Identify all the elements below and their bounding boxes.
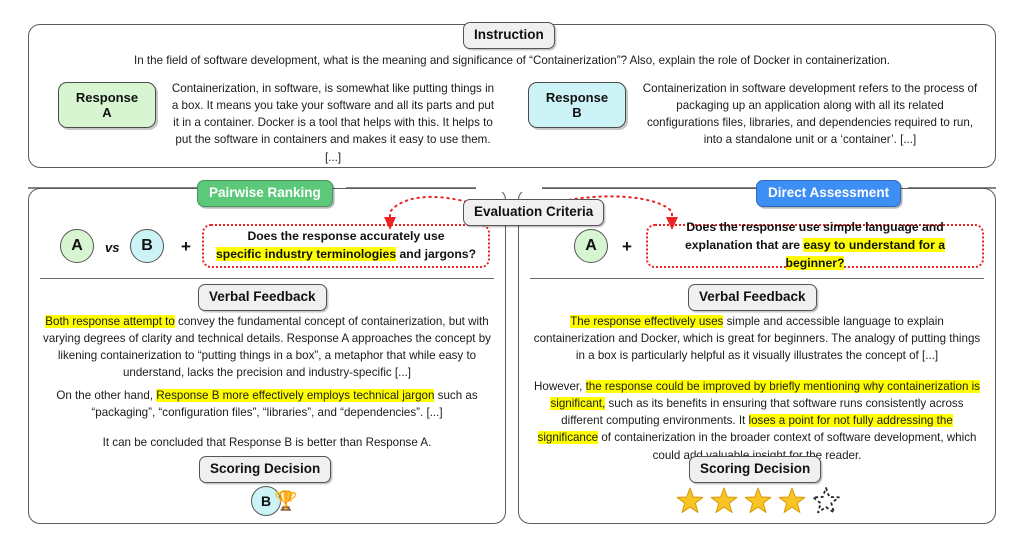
response-b-text: Containerization in software development… xyxy=(642,82,978,147)
evaluation-criteria-label-wrap: Evaluation Criteria xyxy=(463,199,605,226)
pairwise-criteria-line2-rest: and jargons? xyxy=(396,247,477,261)
pairwise-feedback-p2-pre: On the other hand, xyxy=(56,389,157,402)
response-b-chip-line1: Response xyxy=(545,89,609,105)
star-rating xyxy=(675,486,841,516)
pairwise-feedback-p2: On the other hand, Response B more effec… xyxy=(40,387,494,421)
pairwise-input-circle-b: B xyxy=(130,229,164,263)
pairwise-feedback-p2-hl: Response B more effectively employs tech… xyxy=(156,389,435,402)
pairwise-winner-label: B xyxy=(260,493,272,509)
direct-plus-sign: + xyxy=(622,237,632,256)
direct-criteria-line1: Does the response use simple language an… xyxy=(686,220,944,235)
direct-scoring-label-wrap: Scoring Decision xyxy=(689,456,822,483)
circle-b-label: B xyxy=(141,237,153,254)
direct-scoring-decision-label: Scoring Decision xyxy=(689,456,822,483)
response-a-chip-line2: A xyxy=(102,105,112,120)
direct-criteria-box: Does the response use simple language an… xyxy=(646,220,984,270)
pairwise-plus-sign: + xyxy=(181,237,191,256)
pairwise-feedback-p1-hl: Both response attempt to xyxy=(45,315,175,328)
figure-root: Instruction In the field of software dev… xyxy=(0,0,1024,537)
response-b-chip-line2: B xyxy=(572,105,582,120)
pairwise-feedback-label-wrap: Verbal Feedback xyxy=(198,284,327,311)
response-a-text: Containerization, in software, is somewh… xyxy=(171,82,495,164)
instruction-text: In the field of software development, wh… xyxy=(134,54,890,67)
tag-direct-assessment: Direct Assessment xyxy=(756,180,902,207)
direct-input-circle-a: A xyxy=(574,229,608,263)
direct-feedback-p1-hl: The response effectively uses xyxy=(570,315,724,328)
trophy-icon: 🏆 xyxy=(274,491,298,512)
pairwise-criteria-line1: Does the response accurately use xyxy=(247,229,445,244)
direct-feedback-p2-pre: However, xyxy=(534,380,586,393)
pairwise-criteria-hl: specific industry terminologies xyxy=(215,247,397,261)
evaluation-criteria-label: Evaluation Criteria xyxy=(463,199,605,226)
pairwise-scoring-label-wrap: Scoring Decision xyxy=(199,456,332,483)
direct-circle-a-label: A xyxy=(585,237,597,254)
pairwise-input-circle-a: A xyxy=(60,229,94,263)
direct-criteria-line2-pre: explanation that are xyxy=(684,238,804,253)
circle-a-label: A xyxy=(71,237,83,254)
pairwise-verbal-feedback-label: Verbal Feedback xyxy=(198,284,327,311)
star-filled-icon xyxy=(744,487,772,513)
pairwise-scoring-decision-label: Scoring Decision xyxy=(199,456,332,483)
instruction-label: Instruction xyxy=(463,22,555,49)
direct-feedback-label-wrap: Verbal Feedback xyxy=(688,284,817,311)
star-filled-icon xyxy=(676,487,704,513)
vs-label: vs xyxy=(105,240,120,255)
response-a-chip-line1: Response xyxy=(75,89,139,105)
instruction-label-wrap: Instruction xyxy=(463,22,555,49)
star-filled-icon xyxy=(710,487,738,513)
pairwise-feedback-p1: Both response attempt to convey the fund… xyxy=(40,313,494,382)
response-b-chip: Response B xyxy=(528,82,626,128)
pairwise-feedback-p3: It can be concluded that Response B is b… xyxy=(102,436,432,449)
pairwise-divider xyxy=(40,278,494,280)
tag-pairwise-ranking: Pairwise Ranking xyxy=(197,180,333,207)
direct-verbal-feedback-label: Verbal Feedback xyxy=(688,284,817,311)
response-a-chip: Response A xyxy=(58,82,156,128)
pairwise-criteria-box: Does the response accurately use specifi… xyxy=(202,224,490,268)
direct-feedback-p2: However, the response could be improved … xyxy=(530,378,984,464)
direct-feedback-p1: The response effectively uses simple and… xyxy=(530,313,984,364)
star-filled-icon xyxy=(778,487,806,513)
star-empty-icon xyxy=(812,487,840,514)
direct-divider xyxy=(530,278,984,280)
direct-criteria-hl: easy to understand for a beginner? xyxy=(785,238,946,270)
